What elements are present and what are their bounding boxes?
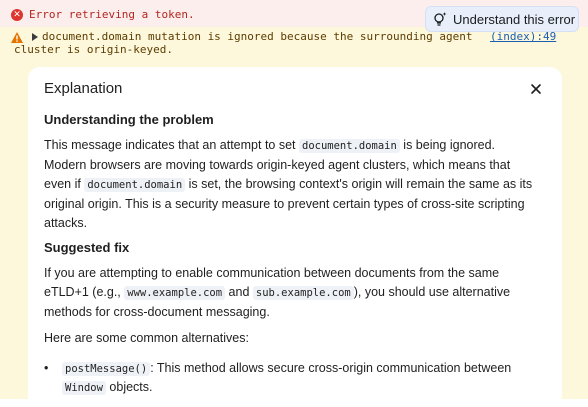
- p1-line5: attacks.: [44, 216, 88, 230]
- inline-code: document.domain: [84, 178, 186, 192]
- explanation-paragraph-2: If you are attempting to enable communic…: [44, 264, 510, 322]
- p1-line3: even if document.domain is set, the brow…: [44, 177, 533, 192]
- inline-code: document.domain: [299, 139, 400, 153]
- p2-line2: eTLD+1 (e.g., www.example.com and sub.ex…: [44, 285, 511, 300]
- understand-error-label: Understand this error: [453, 11, 576, 27]
- warning-message-line2: cluster is origin-keyed.: [14, 43, 173, 56]
- understand-error-button[interactable]: Understand this error: [425, 6, 579, 32]
- explanation-paragraph-3: Here are some common alternatives:: [44, 331, 249, 345]
- lightbulb-sparkle-icon: [434, 12, 447, 26]
- p1-line1: This message indicates that an attempt t…: [44, 138, 496, 153]
- explanation-title: Explanation: [44, 80, 123, 97]
- close-icon[interactable]: [528, 81, 544, 97]
- inline-code: www.example.com: [124, 286, 226, 300]
- p1-line2: Modern browsers are moving towards origi…: [44, 158, 511, 172]
- p2-line3: methods for cross-document messaging.: [44, 305, 270, 319]
- p1-line4: original origin. This is a security meas…: [44, 197, 525, 211]
- expand-triangle-icon[interactable]: [31, 33, 39, 41]
- console-warning-row: document.domain mutation is ignored beca…: [0, 27, 588, 407]
- error-icon: ✕: [11, 9, 23, 21]
- bullet-dot: •: [44, 361, 49, 375]
- error-message: Error retrieving a token.: [29, 8, 195, 21]
- warning-message-line1: document.domain mutation is ignored beca…: [42, 30, 473, 43]
- explanation-panel: Explanation Understanding the problem Th…: [28, 67, 562, 407]
- inline-code: sub.example.com: [252, 286, 354, 300]
- section-heading-fix: Suggested fix: [44, 240, 130, 255]
- explanation-paragraph-1: This message indicates that an attempt t…: [44, 136, 532, 233]
- p2-line1: If you are attempting to enable communic…: [44, 266, 500, 280]
- inline-code: Window: [62, 381, 106, 395]
- section-heading-problem: Understanding the problem: [44, 112, 214, 127]
- inline-code: postMessage(): [62, 362, 151, 376]
